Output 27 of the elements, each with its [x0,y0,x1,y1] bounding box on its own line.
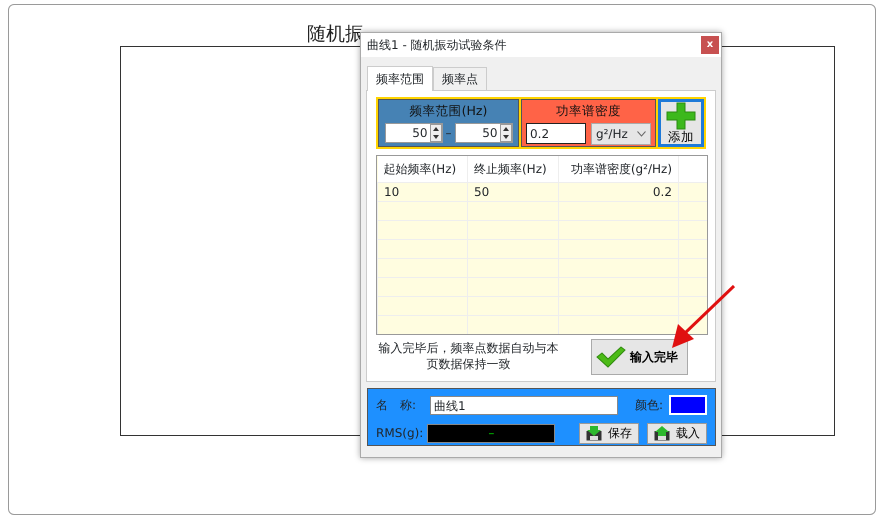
rms-label: RMS(g): [376,425,424,442]
range-label: 频率范围(Hz) [410,102,488,120]
tab[interactable]: 频率范围 [367,66,433,91]
table-cell: 10 [384,184,400,198]
column-header: 起始频率(Hz) [378,156,468,182]
tab[interactable]: 频率点 [433,67,487,90]
from-spinner[interactable]: 50 [384,122,442,143]
table-cell: 0.2 [652,184,672,198]
name-field[interactable]: 曲线1 [430,396,618,414]
psd-field[interactable]: 0.2 [526,123,586,144]
dialog-title: 曲线1 - 随机振动试验条件 [367,37,507,54]
name-label: 名 称: [376,397,418,414]
color-label: 颜色: [634,397,663,414]
table-cell: 50 [474,184,490,198]
rms-display: – [427,424,556,442]
column-header: 功率谱密度(g²/Hz) [558,156,678,182]
save-button[interactable]: 保存 [579,422,639,444]
unit-dropdown[interactable]: g²/Hz [591,122,651,145]
load-button[interactable]: 载入 [647,422,707,444]
psd-label: 功率谱密度 [556,102,621,120]
add-button[interactable]: 添加 [658,99,704,147]
range-separator: – [446,124,452,142]
note-text: 输入完毕后，频率点数据自动与本页数据保持一致 [378,341,560,373]
column-header: 终止频率(Hz) [468,156,558,182]
done-button[interactable]: 输入完毕 [591,339,688,375]
close-button[interactable]: x [701,36,719,54]
to-spinner[interactable]: 50 [454,122,512,143]
